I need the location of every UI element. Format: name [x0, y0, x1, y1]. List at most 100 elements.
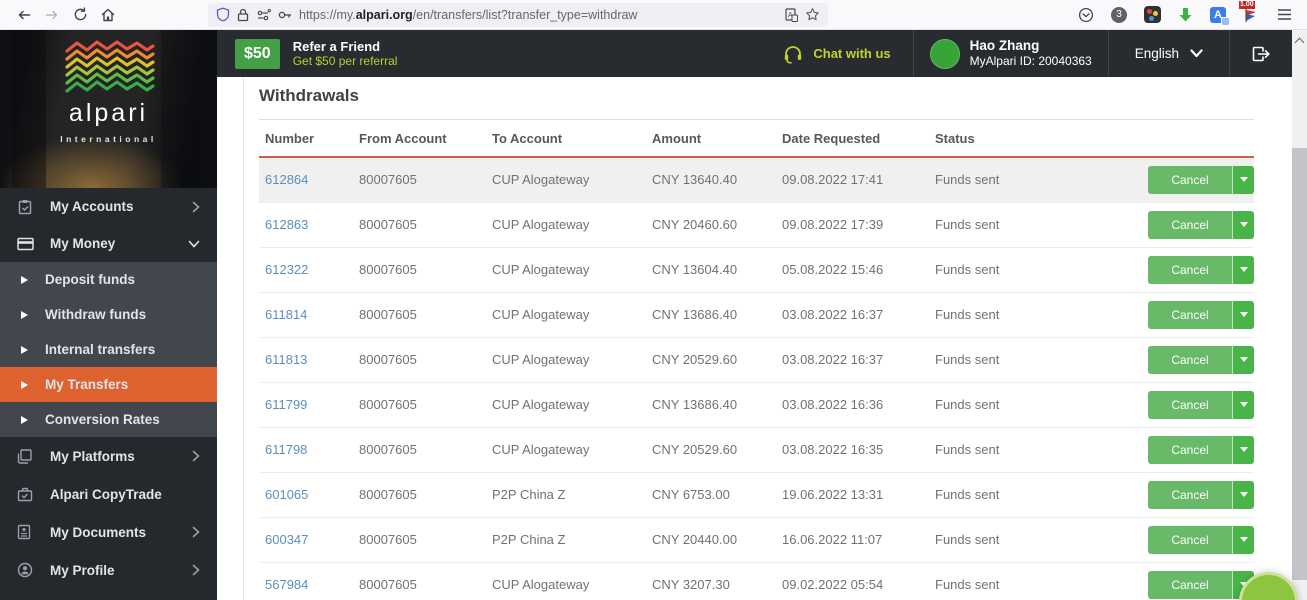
cancel-button[interactable]: Cancel: [1148, 211, 1232, 239]
back-icon[interactable]: [10, 3, 38, 27]
table-body: 612864 80007605 CUP Alogateway CNY 13640…: [259, 157, 1254, 600]
url-text[interactable]: https://my.alpari.org/en/transfers/list?…: [299, 8, 778, 22]
transfer-number-link[interactable]: 611814: [265, 307, 307, 322]
transfer-number-link[interactable]: 611799: [265, 397, 307, 412]
cell-status: Funds sent: [929, 247, 1142, 292]
cell-amount: CNY 13686.40: [646, 382, 776, 427]
sidebar-item-conversion-rates[interactable]: Conversion Rates: [0, 402, 217, 437]
cell-from-account: 80007605: [353, 157, 486, 202]
sidebar-item-my-money[interactable]: My Money: [0, 225, 217, 262]
refer-a-friend[interactable]: $50 Refer a Friend Get $50 per referral: [235, 39, 397, 69]
extension-count-badge[interactable]: 3: [1106, 3, 1132, 27]
cancel-dropdown-button[interactable]: [1232, 526, 1254, 554]
table-row: 612322 80007605 CUP Alogateway CNY 13604…: [259, 247, 1254, 292]
transfer-number-link[interactable]: 612322: [265, 262, 308, 277]
sidebar-item-alpari-copytrade[interactable]: Alpari CopyTrade: [0, 475, 217, 513]
cell-actions: Cancel: [1142, 517, 1254, 562]
table-row: 600347 80007605 P2P China Z CNY 20440.00…: [259, 517, 1254, 562]
translate-extension-icon[interactable]: A: [1205, 3, 1231, 27]
cancel-button[interactable]: Cancel: [1148, 346, 1232, 374]
transfer-number-link[interactable]: 611798: [265, 442, 307, 457]
cell-actions: Cancel: [1142, 472, 1254, 517]
column-header-actions: [1142, 120, 1254, 158]
tracking-shield-icon[interactable]: [216, 7, 230, 22]
transfer-number-link[interactable]: 612863: [265, 217, 308, 232]
cancel-dropdown-button[interactable]: [1232, 391, 1254, 419]
cancel-dropdown-button[interactable]: [1232, 166, 1254, 194]
cancel-dropdown-button[interactable]: [1232, 481, 1254, 509]
page-scrollbar[interactable]: [1292, 30, 1307, 600]
cell-status: Funds sent: [929, 382, 1142, 427]
chat-with-us-button[interactable]: Chat with us: [760, 43, 912, 65]
address-bar[interactable]: https://my.alpari.org/en/transfers/list?…: [208, 3, 828, 27]
transfer-number-link[interactable]: 567984: [265, 577, 308, 592]
cancel-dropdown-button[interactable]: [1232, 436, 1254, 464]
arrow-right-icon: [21, 381, 28, 389]
transfer-number-link[interactable]: 611813: [265, 352, 307, 367]
sidebar-item-deposit-funds[interactable]: Deposit funds: [0, 262, 217, 297]
cancel-button[interactable]: Cancel: [1148, 436, 1232, 464]
cell-actions: Cancel: [1142, 382, 1254, 427]
transfer-number-link[interactable]: 601065: [265, 487, 308, 502]
cell-from-account: 80007605: [353, 427, 486, 472]
cancel-dropdown-button[interactable]: [1232, 346, 1254, 374]
forward-icon[interactable]: [38, 3, 66, 27]
download-extension-icon[interactable]: [1172, 3, 1198, 27]
sidebar-item-withdraw-funds[interactable]: Withdraw funds: [0, 297, 217, 332]
sidebar-item-my-profile[interactable]: My Profile: [0, 551, 217, 589]
scrollbar-thumb[interactable]: [1292, 148, 1307, 580]
cancel-dropdown-button[interactable]: [1232, 301, 1254, 329]
cell-to-account: CUP Alogateway: [486, 247, 646, 292]
cancel-button[interactable]: Cancel: [1148, 481, 1232, 509]
cell-status: Funds sent: [929, 472, 1142, 517]
cell-to-account: CUP Alogateway: [486, 292, 646, 337]
cell-from-account: 80007605: [353, 337, 486, 382]
lock-icon[interactable]: [237, 8, 249, 22]
cancel-button[interactable]: Cancel: [1148, 301, 1232, 329]
caret-down-icon: [1240, 222, 1248, 227]
transfer-number-link[interactable]: 612864: [265, 172, 308, 187]
pocket-icon[interactable]: [1073, 3, 1099, 27]
language-caret-icon: [1190, 49, 1203, 58]
flag-extension-icon[interactable]: 1.00: [1238, 3, 1264, 27]
cell-amount: CNY 20460.60: [646, 202, 776, 247]
scrollbar-up-icon[interactable]: [1295, 37, 1303, 45]
language-selector[interactable]: English: [1109, 46, 1229, 61]
permissions-icon[interactable]: [256, 9, 271, 21]
language-label: English: [1135, 46, 1179, 61]
home-icon[interactable]: [94, 3, 122, 27]
translate-page-icon[interactable]: A: [785, 8, 798, 22]
color-picker-extension-icon[interactable]: [1139, 3, 1165, 27]
caret-down-icon: [1240, 537, 1248, 542]
browser-toolbar: https://my.alpari.org/en/transfers/list?…: [0, 0, 1307, 30]
cell-from-account: 80007605: [353, 472, 486, 517]
bookmark-star-icon[interactable]: [805, 7, 820, 22]
reload-icon[interactable]: [66, 3, 94, 27]
cancel-button[interactable]: Cancel: [1148, 166, 1232, 194]
sidebar-item-my-platforms[interactable]: My Platforms: [0, 437, 217, 475]
withdrawals-table: Number From Account To Account Amount Da…: [259, 119, 1254, 600]
cancel-dropdown-button[interactable]: [1232, 211, 1254, 239]
cancel-button[interactable]: Cancel: [1148, 571, 1232, 599]
cancel-button[interactable]: Cancel: [1148, 256, 1232, 284]
chat-label: Chat with us: [813, 46, 890, 61]
password-key-icon[interactable]: [278, 10, 292, 20]
transfer-number-link[interactable]: 600347: [265, 532, 308, 547]
cancel-button[interactable]: Cancel: [1148, 391, 1232, 419]
column-header-amount: Amount: [646, 120, 776, 158]
cancel-button[interactable]: Cancel: [1148, 526, 1232, 554]
user-account[interactable]: Hao Zhang MyAlpari ID: 20040363: [914, 38, 1108, 69]
refer-badge: $50: [235, 39, 280, 69]
menu-hamburger-icon[interactable]: [1271, 3, 1297, 27]
sidebar-item-my-accounts[interactable]: My Accounts: [0, 188, 217, 225]
alpari-logo[interactable]: alpari International: [0, 30, 217, 188]
caret-down-icon: [1240, 177, 1248, 182]
sidebar-item-my-documents[interactable]: My Documents: [0, 513, 217, 551]
headset-icon: [782, 43, 804, 65]
sidebar-item-internal-transfers[interactable]: Internal transfers: [0, 332, 217, 367]
user-name: Hao Zhang: [970, 38, 1092, 54]
logout-button[interactable]: [1230, 45, 1292, 63]
sidebar-item-my-transfers[interactable]: My Transfers: [0, 367, 217, 402]
caret-down-icon: [1240, 402, 1248, 407]
cancel-dropdown-button[interactable]: [1232, 256, 1254, 284]
